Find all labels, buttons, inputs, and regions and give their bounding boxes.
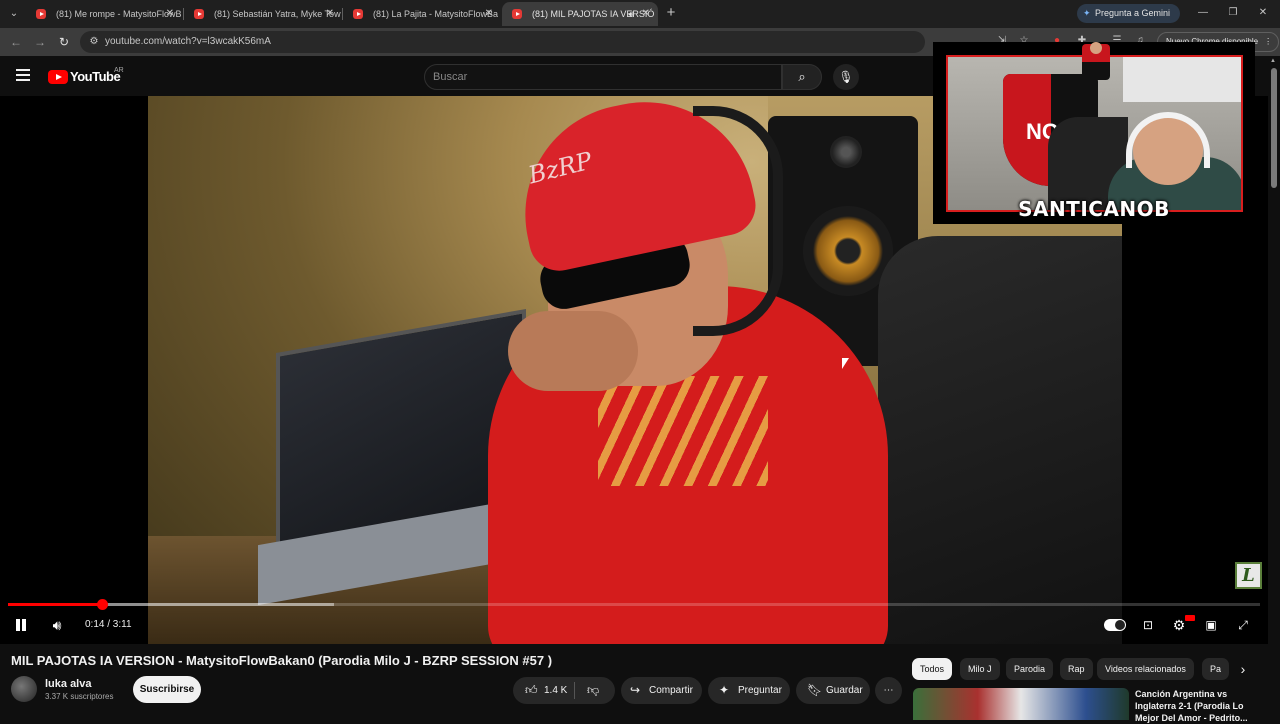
- video-title: MIL PAJOTAS IA VERSION - MatysitoFlowBak…: [11, 653, 553, 668]
- youtube-favicon-icon: [36, 9, 46, 19]
- address-bar[interactable]: ⚙ youtube.com/watch?v=l3wcakK56mA: [80, 31, 925, 53]
- restore-icon[interactable]: ❐: [1226, 6, 1240, 20]
- save-button[interactable]: 🔖︎ Guardar: [796, 677, 870, 704]
- chip-partial[interactable]: Pa: [1202, 658, 1230, 680]
- progress-scrubber-handle[interactable]: [96, 599, 108, 610]
- browser-tab-title: (81) La Pajita - MatysitoFlowBa: [373, 9, 499, 19]
- youtube-favicon-icon: [194, 9, 204, 19]
- like-dislike-group: 👍︎ 1.4 K 👎︎: [513, 677, 615, 704]
- country-code: AR: [114, 67, 124, 74]
- ask-gemini-button[interactable]: Pregunta a Gemini: [1077, 4, 1181, 23]
- time-display: 0:14 / 3:11: [85, 619, 132, 630]
- share-button[interactable]: ↪ Compartir: [621, 677, 702, 704]
- chip-parodia[interactable]: Parodia: [1006, 658, 1054, 680]
- related-filter-chips: Todos Milo J Parodia Rap Videos relacion…: [912, 658, 1268, 682]
- speaker-playing-icon[interactable]: 🔊︎: [628, 2, 634, 26]
- minimize-icon[interactable]: —: [1196, 6, 1210, 20]
- search-icon[interactable]: ⌕: [782, 64, 822, 90]
- browser-tab-title: (81) MIL PAJOTAS IA VERSIÓ: [532, 9, 655, 19]
- volume-icon[interactable]: 🔊︎: [48, 616, 66, 634]
- like-count[interactable]: 1.4 K: [544, 677, 567, 704]
- youtube-logo[interactable]: YouTube: [48, 69, 121, 85]
- page-scrollbar[interactable]: ▲: [1268, 56, 1280, 720]
- scrollbar-thumb[interactable]: [1271, 68, 1277, 188]
- video-scene-chair: [878, 236, 1122, 644]
- search-box: [424, 64, 782, 90]
- subscribe-button[interactable]: Suscribirse: [133, 676, 201, 703]
- chips-next-chevron-icon[interactable]: ›: [1236, 661, 1250, 677]
- channel-avatar[interactable]: [11, 676, 37, 702]
- browser-tab-1[interactable]: (81) Me rompe - MatysitoFlowB ✕: [26, 2, 182, 26]
- facecam-headphones: [1126, 112, 1210, 168]
- subscriber-count: 3.37 K suscriptores: [45, 692, 114, 701]
- chip-videos-relacionados[interactable]: Videos relacionados: [1097, 658, 1194, 680]
- kebab-menu-icon[interactable]: ⋮: [1264, 33, 1272, 51]
- save-label: Guardar: [826, 685, 863, 696]
- thumbs-up-icon[interactable]: 👍︎: [525, 677, 538, 704]
- bookmark-icon: 🔖︎: [807, 683, 823, 697]
- back-arrow-icon[interactable]: ←: [8, 34, 24, 50]
- channel-name[interactable]: luka alva: [45, 678, 91, 690]
- video-scene-jacket-stripes: [598, 376, 768, 486]
- fullscreen-icon[interactable]: ⤢: [1235, 616, 1251, 634]
- miniplayer-icon[interactable]: ▣: [1203, 616, 1219, 634]
- address-bar-url: youtube.com/watch?v=l3wcakK56mA: [105, 36, 271, 47]
- chip-rap[interactable]: Rap: [1060, 658, 1093, 680]
- more-actions-icon[interactable]: ⋯: [875, 677, 902, 704]
- video-scene-headphones: [693, 106, 783, 336]
- ask-button[interactable]: ✦ Preguntar: [708, 677, 790, 704]
- hamburger-menu-icon[interactable]: [16, 69, 32, 83]
- forward-arrow-icon[interactable]: →: [32, 34, 48, 50]
- chip-todos[interactable]: Todos: [912, 658, 953, 680]
- close-window-icon[interactable]: ✕: [1256, 6, 1270, 20]
- youtube-favicon-icon: [353, 9, 363, 19]
- reload-icon[interactable]: ↻: [56, 34, 72, 50]
- share-arrow-icon: ↪: [630, 683, 641, 697]
- close-tab-icon[interactable]: ✕: [485, 2, 493, 26]
- youtube-wordmark: YouTube: [70, 69, 121, 84]
- close-tab-icon[interactable]: ✕: [642, 2, 650, 26]
- channel-watermark[interactable]: L: [1235, 562, 1262, 589]
- browser-tab-title: (81) Sebastián Yatra, Myke Tow: [214, 9, 341, 19]
- youtube-play-logo-icon: [48, 70, 68, 84]
- site-info-icon[interactable]: ⚙: [88, 36, 100, 48]
- ask-label: Preguntar: [738, 685, 782, 696]
- close-tab-icon[interactable]: ✕: [326, 2, 334, 26]
- browser-tab-3[interactable]: (81) La Pajita - MatysitoFlowBa ✕: [343, 2, 501, 26]
- chip-milo-j[interactable]: Milo J: [960, 658, 1000, 680]
- sparkle-icon: ✦: [719, 683, 730, 697]
- video-scene-hand: [508, 311, 638, 391]
- share-label: Compartir: [649, 685, 693, 696]
- browser-tab-active[interactable]: (81) MIL PAJOTAS IA VERSIÓ 🔊︎ ✕: [502, 2, 658, 26]
- close-tab-icon[interactable]: ✕: [166, 2, 174, 26]
- thumbs-down-icon[interactable]: 👎︎: [587, 677, 599, 704]
- facecam-window: [1123, 57, 1241, 102]
- tab-search-chevron-icon[interactable]: ⌄: [6, 6, 22, 22]
- browser-tab-2[interactable]: (81) Sebastián Yatra, Myke Tow ✕: [184, 2, 342, 26]
- youtube-favicon-icon: [512, 9, 522, 19]
- streamer-name: SANTICANOB: [1018, 197, 1170, 221]
- microphone-icon[interactable]: 🎙︎: [833, 64, 859, 90]
- progress-bar[interactable]: [8, 599, 1260, 610]
- new-tab-plus-icon[interactable]: +: [663, 5, 679, 21]
- autoplay-toggle[interactable]: [1104, 619, 1126, 631]
- progress-played: [8, 603, 102, 606]
- scroll-up-arrow-icon[interactable]: ▲: [1270, 58, 1276, 64]
- pause-icon[interactable]: [14, 616, 28, 634]
- search-input[interactable]: [433, 68, 763, 86]
- recommendation-title[interactable]: Canción Argentina vs Inglaterra 2-1 (Par…: [1135, 688, 1263, 724]
- browser-tab-title: (81) Me rompe - MatysitoFlowB: [56, 9, 182, 19]
- recommendation-thumbnail[interactable]: [913, 688, 1129, 720]
- like-divider: [574, 682, 575, 699]
- browser-tab-strip: ⌄ (81) Me rompe - MatysitoFlowB ✕ (81) S…: [0, 0, 1280, 28]
- hd-badge: [1185, 615, 1195, 621]
- subtitles-icon[interactable]: ⊡: [1140, 616, 1156, 634]
- streamer-avatar: [1082, 42, 1110, 80]
- mouse-cursor-icon: [842, 358, 849, 369]
